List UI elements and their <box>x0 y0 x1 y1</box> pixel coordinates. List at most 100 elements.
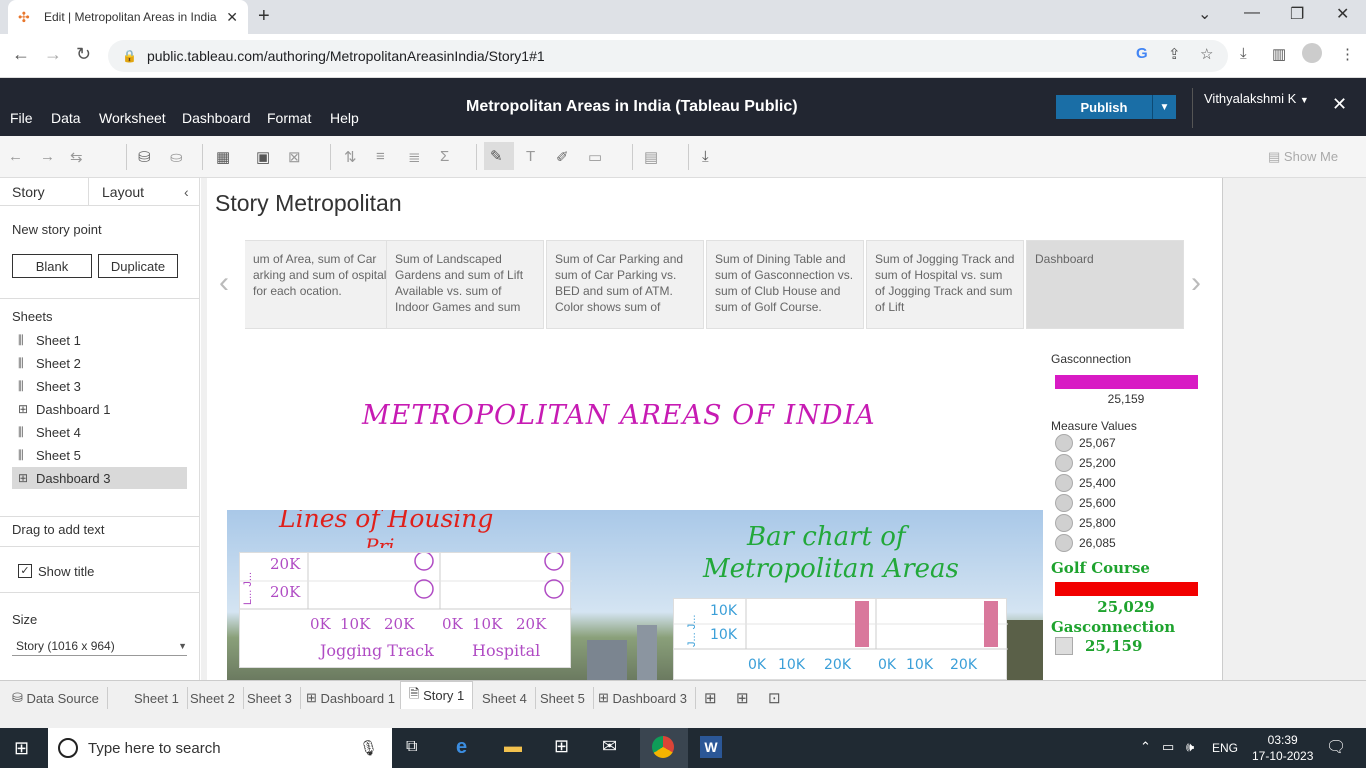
battery-icon[interactable]: ▭ <box>1162 739 1174 755</box>
sheet-item[interactable]: ⊞ Dashboard 1 <box>12 398 187 420</box>
volume-icon[interactable]: 🕪 <box>1186 739 1194 755</box>
redo-icon[interactable]: → <box>40 148 55 165</box>
replay-icon[interactable]: ⇆ <box>70 148 83 166</box>
totals-icon[interactable]: Σ <box>440 148 449 165</box>
new-story-tab-icon[interactable]: ⊡ <box>768 689 781 707</box>
close-tab-icon[interactable]: ✕ <box>226 9 238 26</box>
restore-icon[interactable]: ❐ <box>1290 4 1304 24</box>
story-point-2[interactable]: Sum of Landscaped Gardens and sum of Lif… <box>386 240 544 329</box>
tab-search-icon[interactable]: ⌄ <box>1198 4 1211 24</box>
duplicate-button[interactable]: Duplicate <box>98 254 178 278</box>
swap-icon[interactable]: ⇅ <box>344 148 357 166</box>
data-point[interactable] <box>544 579 564 599</box>
presentation-mode-icon[interactable]: ▤ <box>644 148 658 166</box>
new-dashboard-tab-icon[interactable]: ⊞ <box>736 689 749 707</box>
tab-dashboard-3[interactable]: ⊞ Dashboard 3 <box>590 687 696 709</box>
data-point[interactable] <box>544 553 564 571</box>
tab-sheet-4[interactable]: Sheet 4 <box>474 687 536 709</box>
menu-dashboard[interactable]: Dashboard <box>182 110 251 126</box>
line-chart[interactable]: L... J... 20K 20K 0K 10K 20K 0K 10K 20K … <box>239 552 572 668</box>
sheet-item[interactable]: ⫼ Sheet 5 <box>12 444 187 466</box>
tab-sheet-2[interactable]: Sheet 2 <box>182 687 244 709</box>
tray-chevron-icon[interactable]: ⌃ <box>1140 739 1151 755</box>
blank-button[interactable]: Blank <box>12 254 92 278</box>
sort-desc-icon[interactable]: ≣ <box>408 148 421 166</box>
taskbar-search-box[interactable]: Type here to search 🎙 <box>48 728 392 768</box>
menu-worksheet[interactable]: Worksheet <box>99 110 166 126</box>
publish-button[interactable]: Publish <box>1056 95 1152 119</box>
size-dropdown[interactable]: Story (1016 x 964) ▼ <box>12 636 187 656</box>
data-point[interactable] <box>414 579 434 599</box>
profile-avatar-icon[interactable] <box>1302 43 1322 63</box>
new-worksheet-icon[interactable]: ▦ <box>216 148 230 166</box>
story-point-4[interactable]: Sum of Dining Table and sum of Gasconnec… <box>706 240 864 329</box>
bookmark-star-icon[interactable]: ☆ <box>1200 45 1213 63</box>
measure-value-item[interactable]: 25,800 <box>1051 513 1211 533</box>
prev-story-point-icon[interactable]: ‹ <box>219 266 229 300</box>
language-indicator[interactable]: ENG <box>1212 741 1238 755</box>
sheet-item[interactable]: ⫼ Sheet 2 <box>12 352 187 374</box>
pause-updates-icon[interactable]: ⛀ <box>170 148 183 166</box>
more-menu-icon[interactable]: ⋮ <box>1340 45 1355 63</box>
measure-value-item[interactable]: 25,600 <box>1051 493 1211 513</box>
tab-story[interactable]: Story <box>12 184 45 200</box>
reload-icon[interactable]: ↻ <box>76 44 91 65</box>
menu-format[interactable]: Format <box>267 110 311 126</box>
collapse-pane-icon[interactable]: ‹ <box>184 184 189 200</box>
mail-icon[interactable]: ✉ <box>602 736 617 757</box>
google-icon[interactable]: G <box>1136 45 1148 62</box>
menu-data[interactable]: Data <box>51 110 81 126</box>
minimize-icon[interactable]: — <box>1244 4 1260 22</box>
forward-icon[interactable]: → <box>44 44 62 65</box>
tab-data-source[interactable]: ⛁ Data Source <box>4 687 108 709</box>
tab-sheet-3[interactable]: Sheet 3 <box>239 687 301 709</box>
story-point-3[interactable]: Sum of Car Parking and sum of Car Parkin… <box>546 240 704 329</box>
duplicate-sheet-icon[interactable]: ▣ <box>256 148 270 166</box>
sort-asc-icon[interactable]: ≡ <box>376 148 385 165</box>
download-icon[interactable]: ⤓ <box>1240 45 1247 62</box>
story-point-5[interactable]: Sum of Jogging Track and sum of Hospital… <box>866 240 1024 329</box>
task-view-icon[interactable]: ⧉ <box>406 738 417 756</box>
clear-sheet-icon[interactable]: ⊠ <box>288 148 301 166</box>
share-icon[interactable]: ⇪ <box>1168 45 1181 63</box>
new-tab-icon[interactable]: + <box>258 5 270 28</box>
windows-start-icon[interactable]: ⊞ <box>14 738 29 759</box>
menu-file[interactable]: File <box>10 110 33 126</box>
tab-layout[interactable]: Layout <box>102 184 144 200</box>
golf-course-color-bar[interactable] <box>1055 582 1198 596</box>
bar-chart[interactable]: J... J... 10K 10K 0K 10K 20K 0K 10K 20K <box>673 598 1008 680</box>
measure-value-item[interactable]: 26,085 <box>1051 533 1211 553</box>
sheet-item[interactable]: ⫼ Sheet 1 <box>12 329 187 351</box>
drag-text-label[interactable]: Drag to add text <box>12 522 105 537</box>
tab-dashboard-1[interactable]: ⊞ Dashboard 1 <box>298 687 404 709</box>
gasconnection-2-item[interactable]: 25,159 <box>1051 636 1211 656</box>
next-story-point-icon[interactable]: › <box>1191 266 1201 300</box>
edge-icon[interactable]: e <box>456 736 467 759</box>
tab-story-1[interactable]: 🗎 Story 1 <box>400 681 474 709</box>
highlight-icon[interactable]: ✎ <box>484 142 514 170</box>
story-point-dashboard[interactable]: Dashboard <box>1026 240 1184 329</box>
fit-icon[interactable]: ▭ <box>588 148 602 166</box>
store-icon[interactable]: ⊞ <box>554 736 569 757</box>
close-authoring-icon[interactable]: ✕ <box>1332 94 1347 115</box>
publish-dropdown-icon[interactable]: ▼ <box>1152 95 1176 119</box>
url-bar[interactable]: 🔒 public.tableau.com/authoring/Metropoli… <box>108 40 1228 72</box>
download-sheet-icon[interactable]: ⤓ <box>702 148 709 165</box>
browser-tab[interactable]: ✣ Edit | Metropolitan Areas in India ✕ <box>8 0 248 34</box>
format-workbook-icon[interactable]: ✐ <box>556 148 569 166</box>
sheet-item[interactable]: ⫼ Sheet 3 <box>12 375 187 397</box>
measure-value-item[interactable]: 25,400 <box>1051 473 1211 493</box>
window-close-icon[interactable]: ✕ <box>1336 4 1349 24</box>
bar[interactable] <box>855 601 869 647</box>
word-icon[interactable]: W <box>700 736 722 758</box>
new-worksheet-tab-icon[interactable]: ⊞ <box>704 689 717 707</box>
show-title-checkbox[interactable]: ✓ <box>18 564 32 578</box>
side-panel-icon[interactable]: ▥ <box>1272 45 1286 63</box>
user-menu[interactable]: Vithyalakshmi K ▼ <box>1204 92 1314 107</box>
notification-icon[interactable]: 🗨 <box>1326 737 1346 757</box>
show-me-button[interactable]: ▤ Show Me <box>1268 149 1338 165</box>
tab-sheet-5[interactable]: Sheet 5 <box>532 687 594 709</box>
undo-icon[interactable]: ← <box>8 148 23 165</box>
labels-icon[interactable]: T <box>526 148 535 165</box>
taskbar-clock[interactable]: 03:39 17-10-2023 <box>1252 732 1313 764</box>
